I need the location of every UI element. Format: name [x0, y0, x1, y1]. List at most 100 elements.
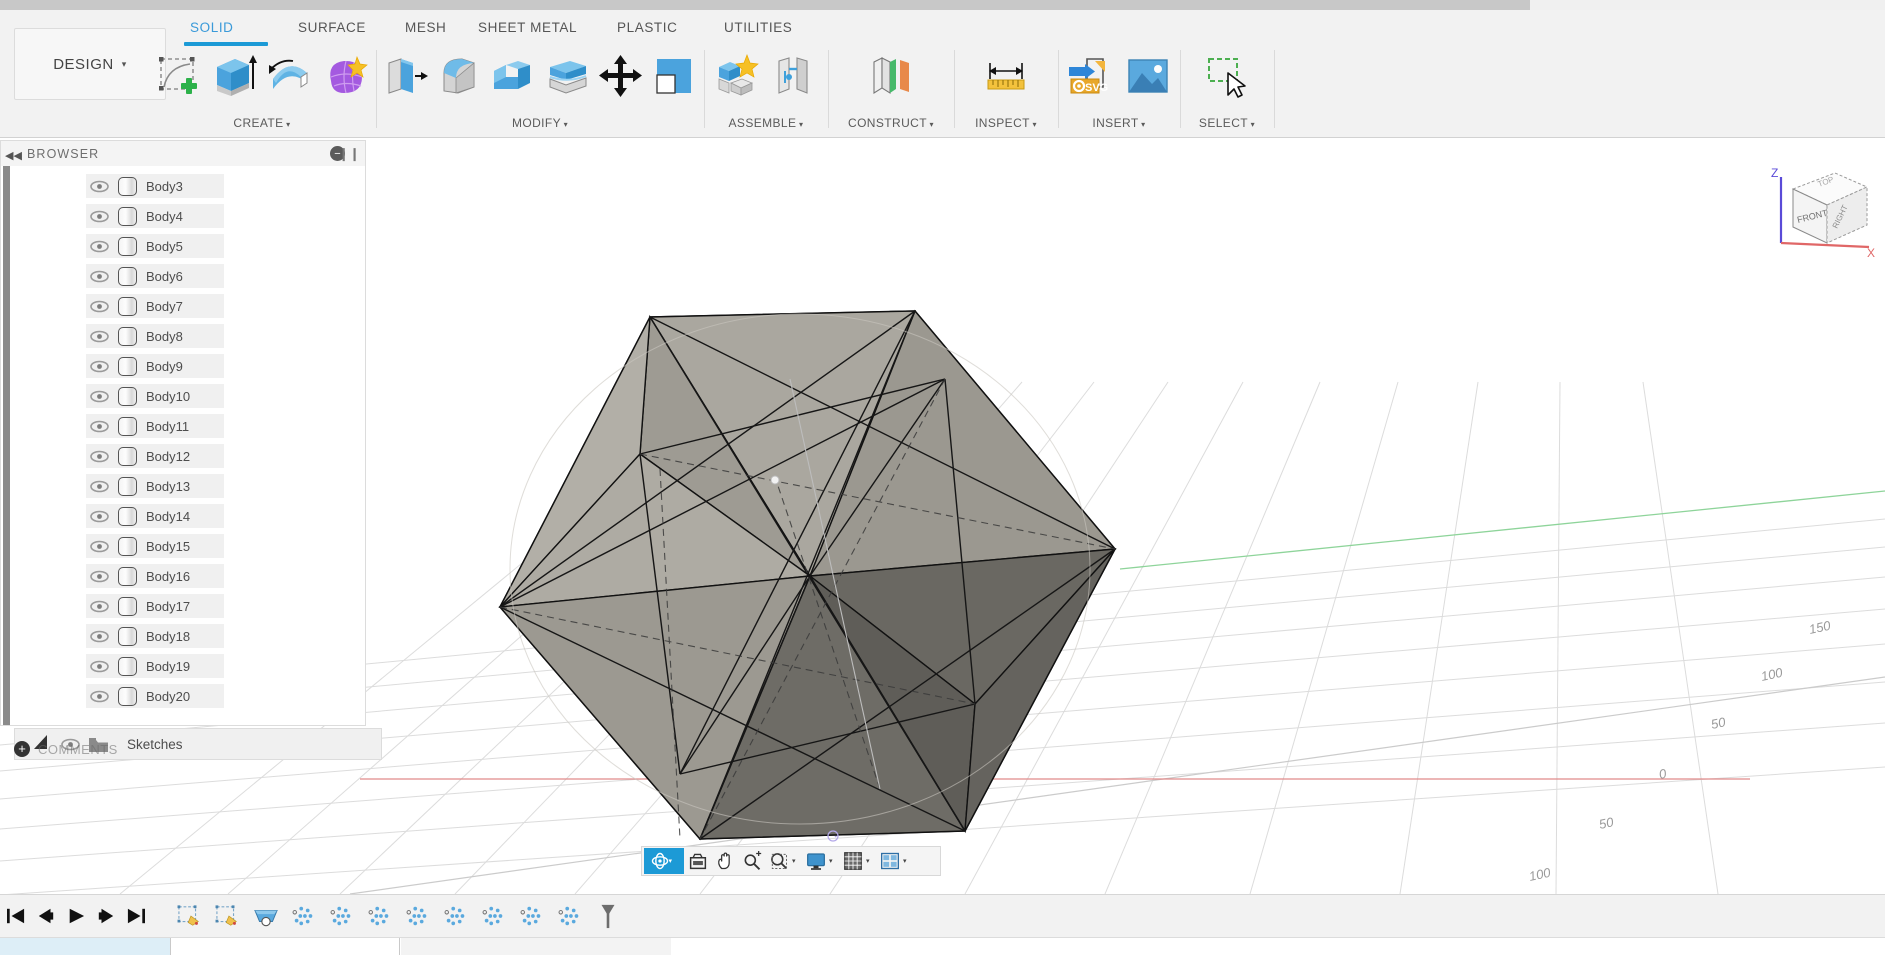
sketch-feature-icon[interactable]: [172, 899, 208, 933]
timeline-segment-1[interactable]: [0, 938, 170, 955]
group-label-assemble[interactable]: ASSEMBLE ▾: [704, 116, 828, 130]
viewcube[interactable]: Z X FRONT RIGHT TOP: [1757, 147, 1877, 262]
fillet-icon[interactable]: [436, 46, 484, 106]
browser-item-body[interactable]: Body8: [86, 324, 224, 348]
eye-icon[interactable]: [90, 420, 109, 433]
group-label-select[interactable]: SELECT ▾: [1180, 116, 1274, 130]
form-icon[interactable]: [321, 46, 371, 106]
timeline-segment-4[interactable]: [671, 938, 1885, 955]
browser-item-body[interactable]: Body6: [86, 264, 224, 288]
chevron-down-icon[interactable]: ▾: [669, 857, 679, 865]
orbit-icon[interactable]: ▾: [644, 848, 684, 874]
dock-handle-icon[interactable]: ❙❙: [338, 146, 360, 162]
eye-icon[interactable]: [90, 210, 109, 223]
eye-icon[interactable]: [90, 300, 109, 313]
eye-icon[interactable]: [90, 180, 109, 193]
revolve-icon[interactable]: [265, 46, 315, 106]
pattern-feature-icon[interactable]: [362, 899, 398, 933]
zoom-icon[interactable]: [739, 848, 765, 874]
browser-item-body[interactable]: Body16: [86, 564, 224, 588]
browser-item-body[interactable]: Body14: [86, 504, 224, 528]
browser-item-body[interactable]: Body3: [86, 174, 224, 198]
browser-item-body[interactable]: Body19: [86, 654, 224, 678]
group-label-inspect[interactable]: INSPECT ▾: [954, 116, 1058, 130]
align-icon[interactable]: [650, 46, 698, 106]
grid-snaps-icon[interactable]: [840, 848, 866, 874]
pan-icon[interactable]: [712, 848, 738, 874]
eye-icon[interactable]: [90, 240, 109, 253]
chevron-down-icon[interactable]: ▾: [903, 857, 913, 865]
draft-icon[interactable]: [543, 46, 591, 106]
zoom-window-icon[interactable]: [766, 848, 792, 874]
display-settings-icon[interactable]: [803, 848, 829, 874]
step-forward-icon[interactable]: [92, 899, 120, 933]
move-copy-icon[interactable]: [597, 46, 645, 106]
create-sketch-icon[interactable]: [154, 46, 204, 106]
browser-item-body[interactable]: Body17: [86, 594, 224, 618]
pattern-feature-icon[interactable]: [476, 899, 512, 933]
browser-item-body[interactable]: Body4: [86, 204, 224, 228]
timeline-scroll-track[interactable]: [0, 937, 1885, 955]
insert-image-icon[interactable]: [1122, 46, 1174, 106]
viewports-icon[interactable]: [877, 848, 903, 874]
group-label-insert[interactable]: INSERT ▾: [1058, 116, 1180, 130]
eye-icon[interactable]: [90, 570, 109, 583]
ribbon-tab-solid[interactable]: SOLID: [190, 20, 234, 35]
new-component-icon[interactable]: [710, 46, 763, 106]
browser-item-body[interactable]: Body18: [86, 624, 224, 648]
browser-item-body[interactable]: Body20: [86, 684, 224, 708]
viewcube-cube[interactable]: FRONT RIGHT TOP: [1793, 173, 1867, 243]
browser-item-body[interactable]: Body10: [86, 384, 224, 408]
browser-item-sketches[interactable]: Sketches: [14, 728, 382, 760]
eye-icon[interactable]: [90, 330, 109, 343]
eye-icon[interactable]: [90, 360, 109, 373]
browser-item-body[interactable]: Body11: [86, 414, 224, 438]
ribbon-tab-plastic[interactable]: PLASTIC: [617, 20, 677, 35]
browser-item-body[interactable]: Body15: [86, 534, 224, 558]
collapse-left-icon[interactable]: ◀◀: [5, 149, 22, 162]
ribbon-tab-sheet-metal[interactable]: SHEET METAL: [478, 20, 577, 35]
go-to-beginning-icon[interactable]: [2, 899, 30, 933]
joint-icon[interactable]: [769, 46, 822, 106]
eye-icon[interactable]: [90, 480, 109, 493]
extrude-feature-icon[interactable]: [248, 899, 284, 933]
play-icon[interactable]: [62, 899, 90, 933]
eye-icon[interactable]: [90, 270, 109, 283]
group-label-modify[interactable]: MODIFY ▾: [376, 116, 704, 130]
pattern-feature-icon[interactable]: [438, 899, 474, 933]
workspace-selector[interactable]: DESIGN ▾: [14, 28, 166, 100]
pattern-feature-icon[interactable]: [552, 899, 588, 933]
tree-scrollbar[interactable]: [3, 166, 10, 726]
pattern-feature-icon[interactable]: [286, 899, 322, 933]
ribbon-tab-utilities[interactable]: UTILITIES: [724, 20, 792, 35]
browser-item-body[interactable]: Body12: [86, 444, 224, 468]
timeline-segment-3[interactable]: [401, 938, 671, 955]
look-at-icon[interactable]: [685, 848, 711, 874]
ribbon-tab-surface[interactable]: SURFACE: [298, 20, 366, 35]
ribbon-tab-mesh[interactable]: MESH: [405, 20, 446, 35]
pattern-feature-icon[interactable]: [514, 899, 550, 933]
eye-icon[interactable]: [90, 390, 109, 403]
eye-icon[interactable]: [90, 450, 109, 463]
measure-icon[interactable]: [979, 46, 1033, 106]
eye-icon[interactable]: [90, 630, 109, 643]
end-marker-icon[interactable]: [590, 899, 626, 933]
offset-plane-icon[interactable]: [864, 46, 918, 106]
insert-svg-icon[interactable]: SVG: [1064, 46, 1116, 106]
pattern-feature-icon[interactable]: [324, 899, 360, 933]
icosahedron-body[interactable]: [500, 311, 1115, 841]
browser-tree[interactable]: Body3Body4Body5Body6Body7Body8Body9Body1…: [0, 166, 366, 726]
eye-icon[interactable]: [90, 540, 109, 553]
pattern-feature-icon[interactable]: [400, 899, 436, 933]
extrude-icon[interactable]: [210, 46, 260, 106]
shell-icon[interactable]: [489, 46, 537, 106]
chevron-down-icon[interactable]: ▾: [829, 857, 839, 865]
press-pull-icon[interactable]: [382, 46, 430, 106]
chevron-down-icon[interactable]: ▾: [792, 857, 802, 865]
browser-item-body[interactable]: Body9: [86, 354, 224, 378]
eye-icon[interactable]: [90, 660, 109, 673]
timeline-segment-2[interactable]: [170, 938, 400, 955]
browser-item-body[interactable]: Body13: [86, 474, 224, 498]
browser-item-body[interactable]: Body7: [86, 294, 224, 318]
group-label-create[interactable]: CREATE ▾: [148, 116, 376, 130]
